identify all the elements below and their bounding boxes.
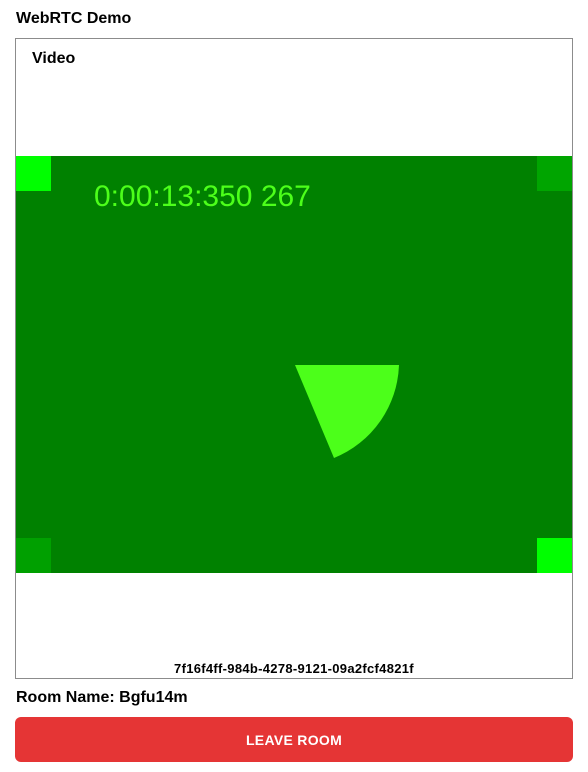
video-timestamp: 0:00:13:350 267 [94,180,311,213]
video-panel: Video 0:00:13:350 267 7f16f4ff-984b-4278… [15,38,573,679]
test-pattern-sweep [295,365,399,458]
room-name-value: Bgfu14m [119,689,188,706]
video-stream[interactable]: 0:00:13:350 267 [16,156,572,573]
corner-marker-bottom-right [537,538,572,573]
corner-marker-top-left [16,156,51,191]
room-name-label: Room Name: [16,689,115,706]
corner-marker-bottom-left [16,538,51,573]
video-label: Video [32,50,76,67]
sweep-wedge [295,365,399,458]
leave-room-button[interactable]: LEAVE ROOM [15,717,573,762]
app-title: WebRTC Demo [16,10,132,27]
corner-marker-top-right [537,156,572,191]
room-name: Room Name: Bgfu14m [16,689,188,707]
stream-id: 7f16f4ff-984b-4278-9121-09a2fcf4821f [174,661,414,676]
